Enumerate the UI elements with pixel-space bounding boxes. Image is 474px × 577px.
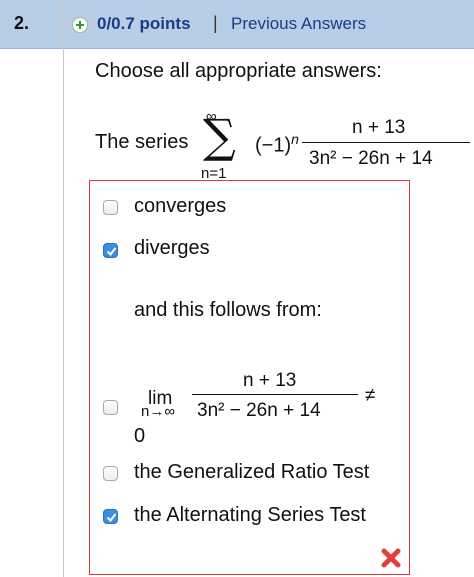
series-label: The series <box>95 131 189 153</box>
option-ratio-test[interactable]: the Generalized Ratio Test <box>134 461 369 484</box>
question-prompt: Choose all appropriate answers: <box>95 60 382 82</box>
not-equal-sign: ≠ <box>365 385 376 406</box>
limit-value: 0 <box>134 425 146 447</box>
left-column-divider <box>63 0 64 577</box>
incorrect-x-icon <box>381 548 401 568</box>
sign-factor: (−1)n <box>255 131 299 158</box>
option-diverges[interactable]: diverges <box>134 237 210 260</box>
header-separator: | <box>213 13 218 33</box>
sign-exponent: n <box>291 131 299 147</box>
follows-from-text: and this follows from: <box>134 299 322 321</box>
points-score: 0/0.7 points <box>97 14 191 33</box>
checkmark-icon <box>106 513 117 523</box>
option-converges[interactable]: converges <box>134 195 226 218</box>
diverges-checkbox[interactable] <box>103 243 118 258</box>
series-numerator: n + 13 <box>352 117 406 138</box>
limit-subscript: n→∞ <box>141 403 176 420</box>
checkmark-icon <box>106 247 117 257</box>
option-alternating-test[interactable]: the Alternating Series Test <box>134 504 366 527</box>
converges-checkbox[interactable] <box>103 200 118 215</box>
limit-numerator: n + 13 <box>243 370 297 391</box>
limit-checkbox[interactable] <box>103 400 118 415</box>
alternating-test-checkbox[interactable] <box>103 509 118 524</box>
series-fraction-bar <box>302 142 470 143</box>
ratio-test-checkbox[interactable] <box>103 466 118 481</box>
question-header: 2. 0/0.7 points | Previous Answers <box>0 0 474 49</box>
sign-factor-base: (−1) <box>255 134 292 157</box>
plus-circle-icon[interactable] <box>72 17 88 33</box>
limit-denominator: 3n² − 26n + 14 <box>197 400 321 421</box>
limit-fraction-bar <box>192 394 358 395</box>
previous-answers-link[interactable]: Previous Answers <box>231 14 366 34</box>
question-number: 2. <box>14 13 30 33</box>
series-denominator: 3n² − 26n + 14 <box>309 148 433 169</box>
sigma-symbol: ∑ <box>203 109 236 163</box>
